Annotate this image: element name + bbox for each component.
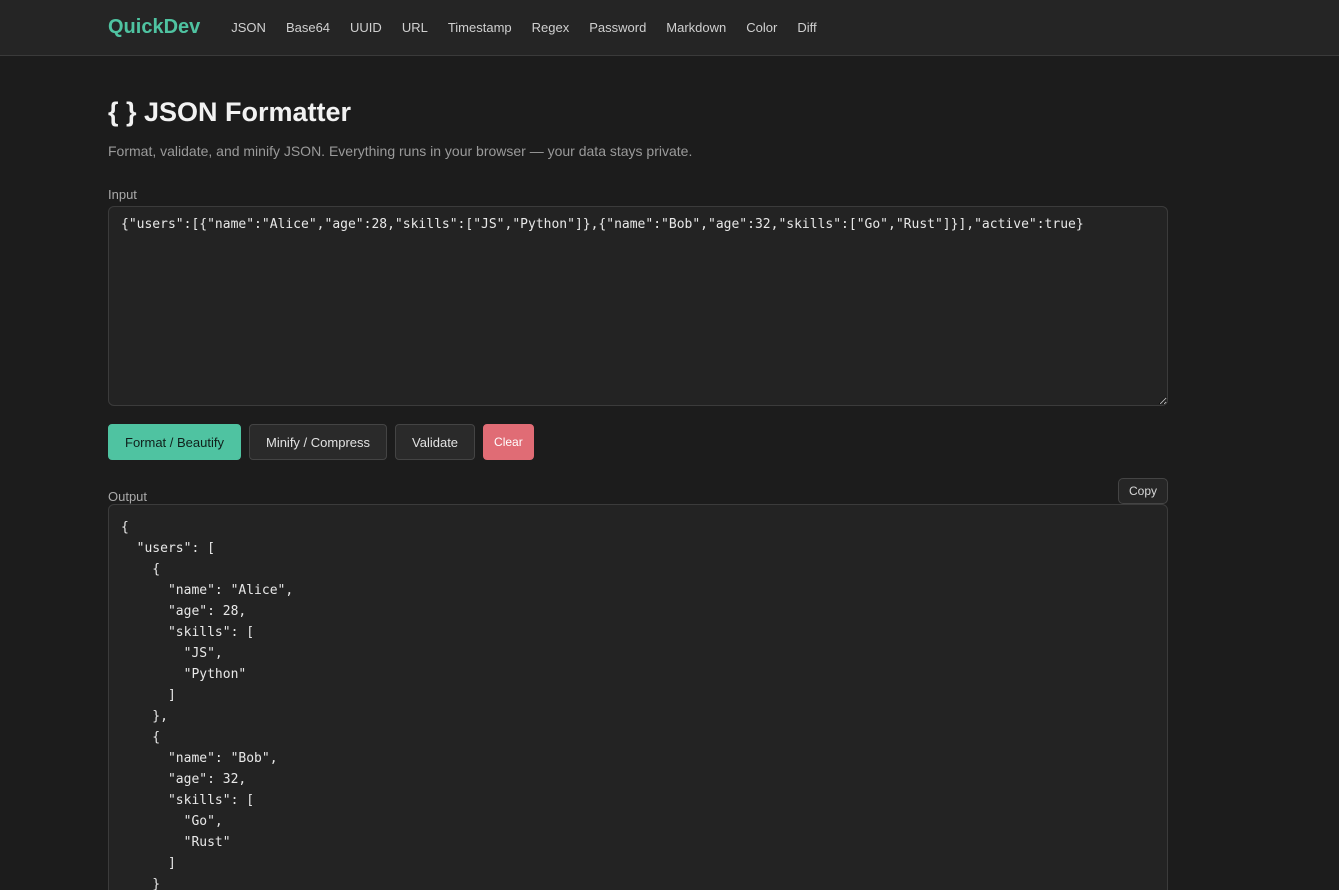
copy-button[interactable]: Copy [1117, 478, 1168, 504]
json-input[interactable]: {"users":[{"name":"Alice","age":28,"skil… [108, 206, 1168, 406]
validate-button[interactable]: Validate [395, 424, 476, 460]
nav-link-regex[interactable]: Regex [532, 20, 570, 35]
action-buttons: Format / Beautify Minify / Compress Vali… [108, 424, 1168, 460]
nav-link-uuid[interactable]: UUID [350, 20, 382, 35]
brand-logo[interactable]: QuickDev [108, 16, 200, 39]
nav-link-color[interactable]: Color [746, 20, 777, 35]
output-header: Output Copy [108, 478, 1168, 504]
format-button[interactable]: Format / Beautify [108, 424, 241, 460]
nav-link-diff[interactable]: Diff [797, 20, 816, 35]
nav-links: JSON Base64 UUID URL Timestamp Regex Pas… [231, 20, 836, 35]
nav-link-url[interactable]: URL [402, 20, 428, 35]
page-title: { } JSON Formatter [108, 97, 352, 127]
top-nav: QuickDev JSON Base64 UUID URL Timestamp … [0, 0, 1339, 56]
main-content: { } JSON Formatter Format, validate, and… [0, 96, 1168, 890]
page-subtitle: Format, validate, and minify JSON. Every… [108, 143, 693, 159]
nav-link-timestamp[interactable]: Timestamp [448, 20, 512, 35]
minify-button[interactable]: Minify / Compress [248, 424, 388, 460]
nav-link-json[interactable]: JSON [231, 20, 266, 35]
nav-link-base64[interactable]: Base64 [286, 20, 330, 35]
clear-button[interactable]: Clear [483, 424, 534, 460]
input-label-row: Input [108, 186, 1168, 204]
output-label: Output [108, 489, 148, 504]
input-label: Input [108, 187, 137, 202]
nav-link-password[interactable]: Password [589, 20, 646, 35]
json-output[interactable]: { "users": [ { "name": "Alice", "age": 2… [108, 504, 1168, 890]
nav-link-markdown[interactable]: Markdown [666, 20, 726, 35]
